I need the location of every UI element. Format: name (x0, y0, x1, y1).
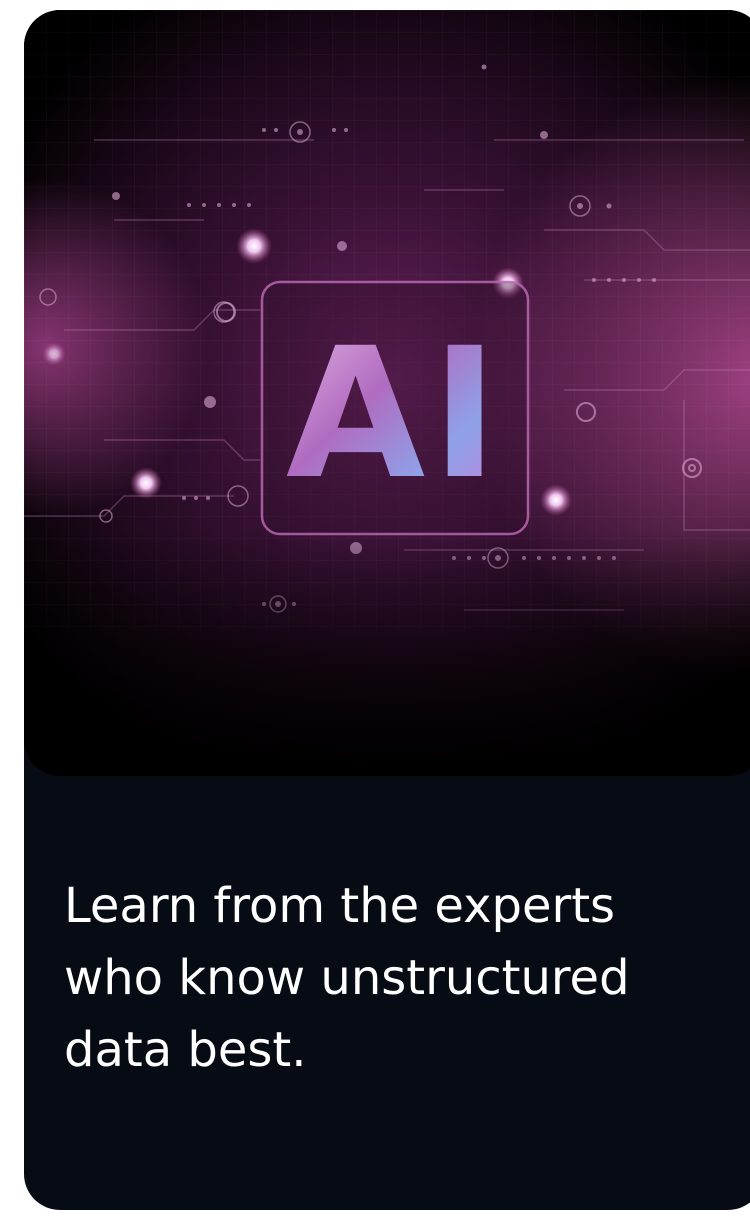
headline-line-3: data best. (64, 1022, 307, 1078)
headline-line-2: who know unstructured (64, 950, 630, 1006)
card-headline: Learn from the experts who know unstruct… (64, 870, 744, 1086)
hero-illustration: AI (24, 10, 750, 776)
headline-line-1: Learn from the experts (64, 878, 616, 934)
promo-card[interactable]: AI Learn from the experts who know unstr… (24, 10, 750, 1210)
hero-image: AI (24, 10, 750, 776)
ai-badge-text: AI (286, 310, 504, 519)
ai-circuit-chip-icon: AI (286, 310, 504, 519)
